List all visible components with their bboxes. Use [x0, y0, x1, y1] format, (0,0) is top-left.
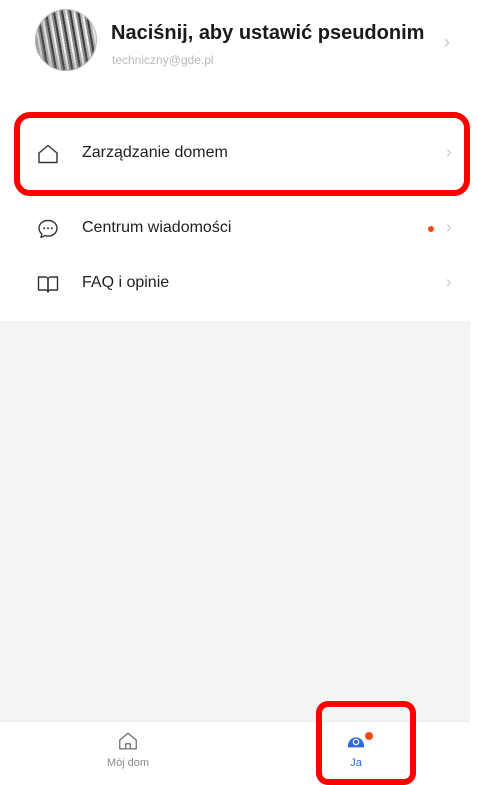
- chevron-right-icon: ›: [444, 32, 450, 52]
- profile-header[interactable]: Naciśnij, aby ustawić pseudonim technicz…: [0, 0, 470, 95]
- tab-label: Mój dom: [106, 757, 150, 769]
- chevron-right-icon: ›: [446, 272, 452, 291]
- open-book-icon: [37, 276, 59, 293]
- chevron-right-icon: ›: [446, 142, 452, 161]
- menu-item-label: FAQ i opinie: [82, 274, 170, 291]
- settings-menu: Zarządzanie domem › Centrum wiadomości ›…: [0, 122, 470, 316]
- house-outline-icon: [119, 732, 137, 750]
- avatar[interactable]: [35, 9, 97, 71]
- menu-item-label: Zarządzanie domem: [82, 144, 228, 161]
- house-outline-icon: [38, 144, 58, 164]
- menu-item-faq-feedback[interactable]: FAQ i opinie ›: [0, 252, 470, 316]
- empty-content-area: [0, 321, 470, 721]
- tab-me[interactable]: Ja: [296, 722, 416, 777]
- notification-badge: [365, 732, 373, 740]
- menu-item-label: Centrum wiadomości: [82, 219, 232, 236]
- tab-my-home[interactable]: Mój dom: [68, 722, 188, 777]
- nickname-prompt[interactable]: Naciśnij, aby ustawić pseudonim: [111, 22, 424, 45]
- unread-dot: [428, 226, 434, 232]
- bottom-tab-bar: Mój dom Ja: [0, 721, 470, 776]
- menu-item-home-management[interactable]: Zarządzanie domem ›: [0, 122, 470, 188]
- chat-bubble-icon: [38, 219, 58, 239]
- tab-label: Ja: [350, 757, 362, 769]
- person-icon: [347, 737, 365, 748]
- account-email: techniczny@gde.pl: [112, 53, 214, 67]
- chevron-right-icon: ›: [446, 217, 452, 236]
